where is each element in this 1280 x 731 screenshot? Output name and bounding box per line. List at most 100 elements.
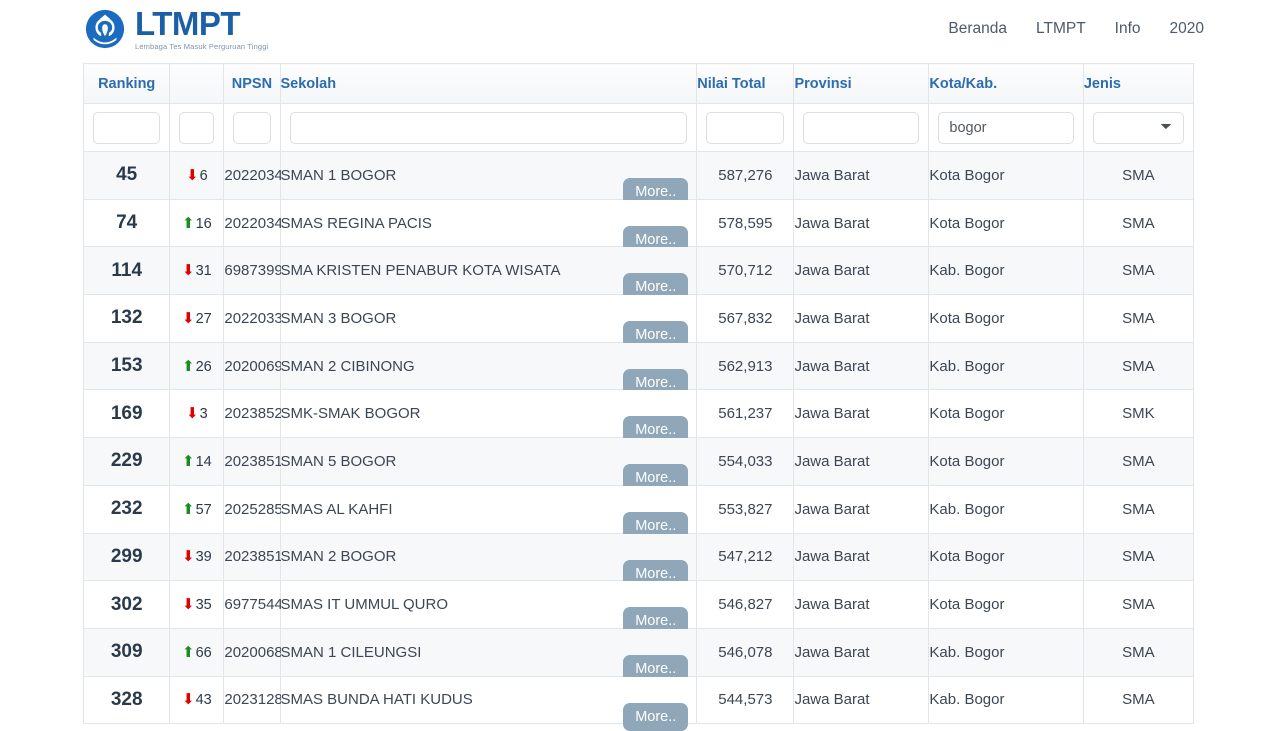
cell-kota-kab: Kota Bogor — [928, 437, 1084, 486]
nav-link-ltmpt[interactable]: LTMPT — [1036, 21, 1086, 37]
brand-subtitle: Lembaga Tes Masuk Perguruan Tinggi — [135, 42, 269, 51]
arrow-up-icon: ⬆ — [182, 643, 195, 661]
table-row: 328 ⬇43 20231283 SMAS BUNDA HATI KUDUS More.… — [82, 675, 1195, 731]
cell-provinsi: Jawa Barat — [793, 675, 930, 725]
col-header-provinsi[interactable]: Provinsi — [793, 63, 930, 104]
col-header-npsn[interactable]: NPSN — [223, 63, 281, 104]
col-header-sekolah[interactable]: Sekolah — [279, 63, 698, 104]
top-navbar: LTMPT Lembaga Tes Masuk Perguruan Tinggi… — [0, 0, 1280, 58]
cell-ranking: 232 — [82, 484, 171, 534]
cell-provinsi: Jawa Barat — [793, 532, 930, 582]
nav-link-2020[interactable]: 2020 — [1170, 21, 1204, 37]
cell-provinsi: Jawa Barat — [793, 246, 930, 296]
cell-ranking: 302 — [82, 580, 171, 629]
ranking-table: Ranking NPSN Sekolah Nilai Total Provins… — [82, 63, 1195, 731]
cell-ranking: 309 — [82, 627, 171, 677]
cell-sekolah: SMAN 2 BOGOR More.. — [279, 532, 698, 588]
cell-jenis: SMA — [1082, 151, 1195, 200]
nav-link-info[interactable]: Info — [1115, 21, 1141, 37]
filter-select-jenis[interactable]: SMASMKMA — [1092, 111, 1184, 144]
cell-kota-kab: Kota Bogor — [928, 389, 1084, 439]
cell-sekolah: SMAN 2 CIBINONG More.. — [279, 341, 698, 397]
cell-npsn: 20231283 — [223, 675, 291, 725]
cell-npsn: 69873999 — [223, 246, 291, 296]
cell-jenis: SMK — [1082, 389, 1195, 439]
cell-nilai-total: 547,212 — [696, 532, 795, 582]
rank-change-value: 39 — [195, 549, 212, 566]
filter-input-provinsi[interactable] — [803, 111, 920, 144]
cell-sekolah: SMAS BUNDA HATI KUDUS More.. — [279, 675, 698, 731]
cell-rank-change: ⬆57 — [169, 484, 225, 534]
cell-sekolah: SMAN 5 BOGOR More.. — [279, 437, 698, 493]
cell-sekolah: SMAN 3 BOGOR More.. — [279, 294, 698, 350]
cell-npsn: 20200681 — [223, 627, 291, 677]
cell-jenis: SMA — [1082, 484, 1195, 534]
cell-kota-kab: Kab. Bogor — [928, 484, 1084, 534]
cell-sekolah: SMAN 1 CILEUNGSI More.. — [279, 627, 698, 683]
cell-nilai-total: 546,078 — [696, 627, 795, 677]
arrow-down-icon: ⬇ — [182, 548, 195, 566]
cell-npsn: 20238517 — [223, 437, 291, 486]
table-row: 153 ⬆26 20200691 SMAN 2 CIBINONG More.. 562,9… — [82, 341, 1195, 397]
cell-kota-kab: Kota Bogor — [928, 151, 1084, 200]
cell-provinsi: Jawa Barat — [793, 389, 930, 439]
table-row: 132 ⬇27 20220332 SMAN 3 BOGOR More.. 567,832 J… — [82, 294, 1195, 350]
cell-nilai-total: 567,832 — [696, 294, 795, 343]
cell-kota-kab: Kab. Bogor — [928, 675, 1084, 725]
rank-change-value: 35 — [195, 597, 212, 614]
table-row: 299 ⬇39 20238516 SMAN 2 BOGOR More.. 547,212 J… — [82, 532, 1195, 588]
cell-nilai-total: 578,595 — [696, 198, 795, 248]
cell-sekolah: SMAS IT UMMUL QURO More.. — [279, 580, 698, 636]
arrow-up-icon: ⬆ — [182, 452, 195, 470]
cell-provinsi: Jawa Barat — [793, 151, 930, 200]
table-row: 309 ⬆66 20200681 SMAN 1 CILEUNGSI More.. 546,… — [82, 627, 1195, 683]
cell-rank-change: ⬇43 — [169, 675, 225, 725]
col-header-move[interactable] — [169, 63, 225, 104]
filter-row: SMASMKMA — [82, 103, 1195, 152]
cell-kota-kab: Kab. Bogor — [928, 627, 1084, 677]
cell-ranking: 169 — [82, 389, 171, 439]
filter-input-ranking[interactable] — [93, 111, 161, 144]
cell-provinsi: Jawa Barat — [793, 294, 930, 343]
rank-change-value: 57 — [195, 501, 212, 518]
cell-sekolah: SMAS AL KAHFI More.. — [279, 484, 698, 540]
cell-rank-change: ⬇31 — [169, 246, 225, 296]
col-header-jenis[interactable]: Jenis — [1082, 63, 1195, 104]
filter-input-nilai-total[interactable] — [706, 111, 785, 144]
cell-provinsi: Jawa Barat — [793, 484, 930, 534]
col-header-kota-kab[interactable]: Kota/Kab. — [928, 63, 1084, 104]
nav-link-beranda[interactable]: Beranda — [948, 21, 1007, 37]
cell-provinsi: Jawa Barat — [793, 627, 930, 677]
filter-input-npsn[interactable] — [233, 111, 271, 144]
cell-nilai-total: 544,573 — [696, 675, 795, 725]
table-row: 114 ⬇31 69873999 SMA KRISTEN PENABUR KOTA W… — [82, 246, 1195, 302]
cell-kota-kab: Kab. Bogor — [928, 341, 1084, 391]
table-row: 229 ⬆14 20238517 SMAN 5 BOGOR More.. 554,033 J… — [82, 437, 1195, 493]
cell-npsn: 20220342 — [223, 151, 291, 200]
cell-provinsi: Jawa Barat — [793, 580, 930, 629]
cell-ranking: 114 — [82, 246, 171, 296]
filter-cell-nilai-total — [696, 103, 795, 152]
col-header-nilai-total[interactable]: Nilai Total — [696, 63, 795, 104]
filter-cell-kota-kab — [928, 103, 1084, 152]
filter-input-kota-kab[interactable] — [938, 111, 1074, 144]
arrow-down-icon: ⬇ — [186, 166, 199, 184]
filter-input-sekolah[interactable] — [289, 111, 688, 144]
cell-jenis: SMA — [1082, 580, 1195, 629]
nav-links: Beranda LTMPT Info 2020 — [948, 0, 1204, 58]
cell-jenis: SMA — [1082, 532, 1195, 582]
rank-change-value: 6 — [199, 167, 208, 184]
cell-rank-change: ⬇39 — [169, 532, 225, 582]
cell-ranking: 153 — [82, 341, 171, 391]
more-button[interactable]: More.. — [623, 702, 689, 731]
table-row: 74 ⬆16 20220343 SMAS REGINA PACIS More.. 578,… — [82, 198, 1195, 254]
ranking-table-container: Ranking NPSN Sekolah Nilai Total Provins… — [82, 63, 1195, 731]
arrow-down-icon: ⬇ — [182, 596, 195, 614]
cell-ranking: 74 — [82, 198, 171, 248]
cell-rank-change: ⬇35 — [169, 580, 225, 629]
brand-logo[interactable]: LTMPT Lembaga Tes Masuk Perguruan Tinggi — [84, 7, 268, 51]
filter-input-move[interactable] — [179, 111, 215, 144]
filter-cell-ranking — [82, 103, 171, 152]
col-header-ranking[interactable]: Ranking — [82, 63, 171, 104]
brand-title: LTMPT — [135, 5, 241, 42]
